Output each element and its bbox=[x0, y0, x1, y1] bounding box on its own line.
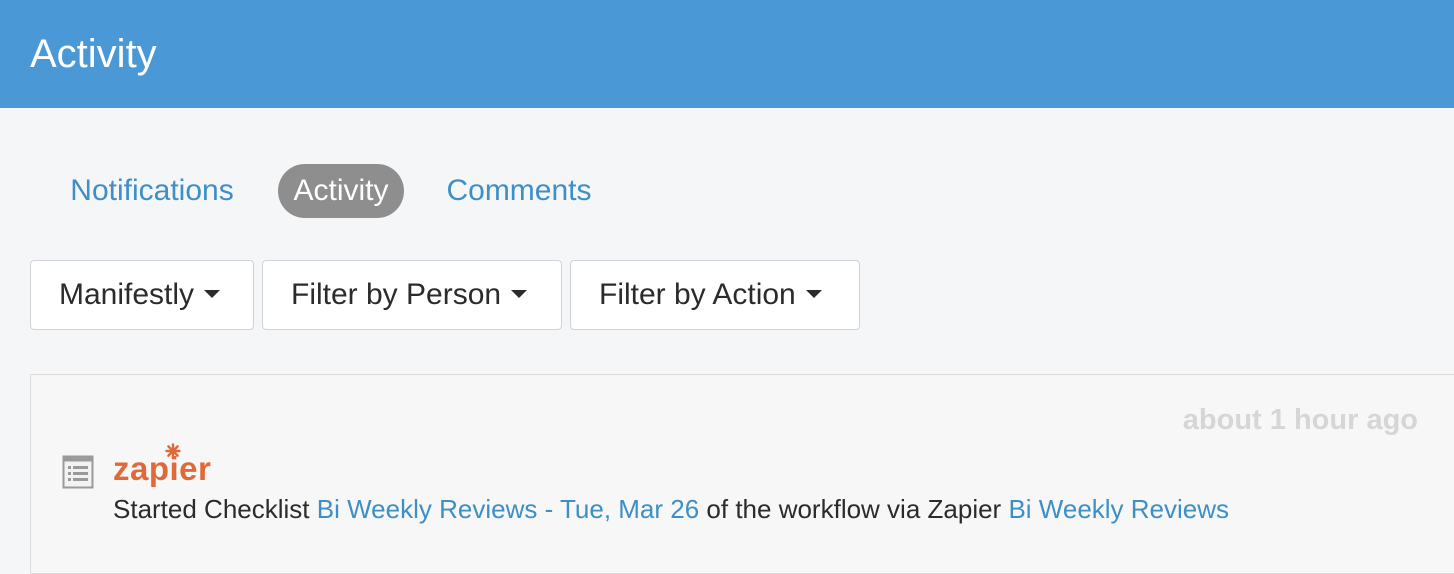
tab-notifications[interactable]: Notifications bbox=[52, 164, 252, 218]
tab-activity[interactable]: Activity bbox=[278, 164, 404, 218]
workflow-link[interactable]: Bi Weekly Reviews bbox=[1008, 494, 1229, 524]
action-filter-label: Filter by Action bbox=[599, 278, 796, 311]
app-header: Activity bbox=[0, 0, 1454, 108]
tab-comments[interactable]: Comments bbox=[430, 164, 608, 218]
caret-down-icon bbox=[805, 290, 822, 299]
entry-timestamp: about 1 hour ago bbox=[1182, 404, 1418, 436]
checklist-icon bbox=[62, 455, 94, 489]
action-filter-dropdown[interactable]: Filter by Action bbox=[570, 260, 860, 330]
person-filter-label: Filter by Person bbox=[291, 278, 502, 311]
entry-middle: of the workflow via Zapier bbox=[706, 494, 1002, 524]
caret-down-icon bbox=[204, 290, 221, 299]
zapier-logo: zapier bbox=[113, 450, 212, 487]
zapier-asterisk-icon bbox=[165, 443, 181, 459]
organization-filter-dropdown[interactable]: Manifestly bbox=[30, 260, 254, 330]
checklist-link[interactable]: Bi Weekly Reviews - Tue, Mar 26 bbox=[317, 494, 699, 524]
person-filter-dropdown[interactable]: Filter by Person bbox=[262, 260, 562, 330]
organization-filter-label: Manifestly bbox=[59, 278, 195, 311]
entry-prefix: Started Checklist bbox=[113, 494, 310, 524]
page-title: Activity bbox=[30, 32, 157, 76]
activity-entry-text: Started Checklist Bi Weekly Reviews - Tu… bbox=[113, 491, 1229, 527]
caret-down-icon bbox=[511, 290, 528, 299]
